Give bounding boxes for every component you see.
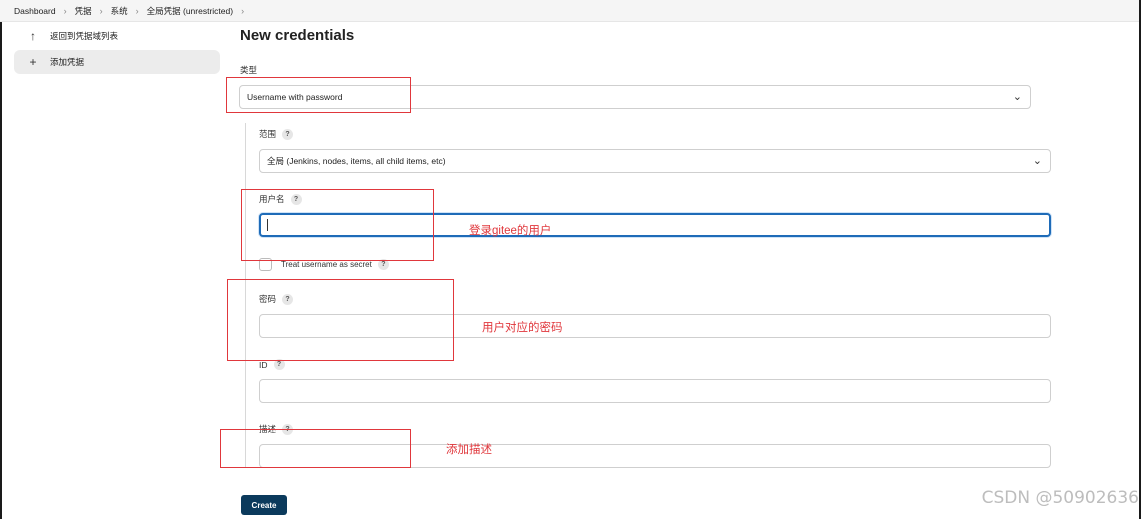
annotation-description-note: 添加描述 — [446, 444, 492, 456]
chevron-right-icon: › — [63, 5, 67, 16]
help-icon[interactable]: ? — [282, 128, 294, 140]
id-input[interactable] — [259, 379, 1051, 403]
annotation-box-kind — [226, 77, 411, 113]
breadcrumb-global-credentials[interactable]: 全局凭据 (unrestricted) — [147, 5, 233, 17]
chevron-right-icon: › — [241, 5, 245, 16]
sidebar-item-back[interactable]: ↑ 返回到凭据域列表 — [14, 24, 220, 48]
breadcrumb-system[interactable]: 系统 — [111, 5, 128, 17]
plus-icon: + — [29, 55, 37, 69]
annotation-box-password — [227, 279, 454, 361]
id-label-text: ID — [259, 359, 268, 370]
page-title: New credentials — [240, 27, 355, 44]
chevron-right-icon: › — [135, 5, 139, 16]
kind-label-text: 类型 — [240, 65, 258, 75]
sidebar: ↑ 返回到凭据域列表 + 添加凭据 — [14, 24, 220, 76]
annotation-username-note: 登录gitee的用户 — [469, 225, 552, 237]
annotation-box-username — [241, 189, 434, 261]
create-button[interactable]: Create — [241, 495, 287, 515]
scope-select-value: 全局 (Jenkins, nodes, items, all child ite… — [267, 156, 446, 166]
left-window-edge — [0, 0, 2, 519]
kind-label: 类型 — [240, 64, 257, 76]
scope-label: 范围 ? — [259, 128, 294, 140]
breadcrumb-credentials[interactable]: 凭据 — [75, 5, 92, 17]
breadcrumb-dashboard[interactable]: Dashboard — [14, 6, 56, 16]
chevron-down-icon: ⌄ — [1032, 155, 1042, 167]
annotation-box-description — [220, 429, 411, 468]
watermark: CSDN @50902636 — [981, 488, 1139, 508]
scope-label-text: 范围 — [259, 129, 277, 139]
chevron-down-icon: ⌄ — [1012, 91, 1022, 103]
sidebar-item-add-credentials[interactable]: + 添加凭据 — [14, 50, 220, 74]
chevron-right-icon: › — [99, 5, 103, 16]
sidebar-item-label: 添加凭据 — [50, 57, 85, 67]
breadcrumb: Dashboard › 凭据 › 系统 › 全局凭据 (unrestricted… — [0, 0, 1141, 22]
arrow-up-icon: ↑ — [30, 29, 36, 43]
scope-select[interactable]: 全局 (Jenkins, nodes, items, all child ite… — [259, 149, 1051, 173]
sidebar-item-label: 返回到凭据域列表 — [50, 31, 119, 41]
annotation-password-note: 用户对应的密码 — [482, 322, 563, 334]
treat-secret-text: Treat username as secret — [281, 260, 372, 269]
